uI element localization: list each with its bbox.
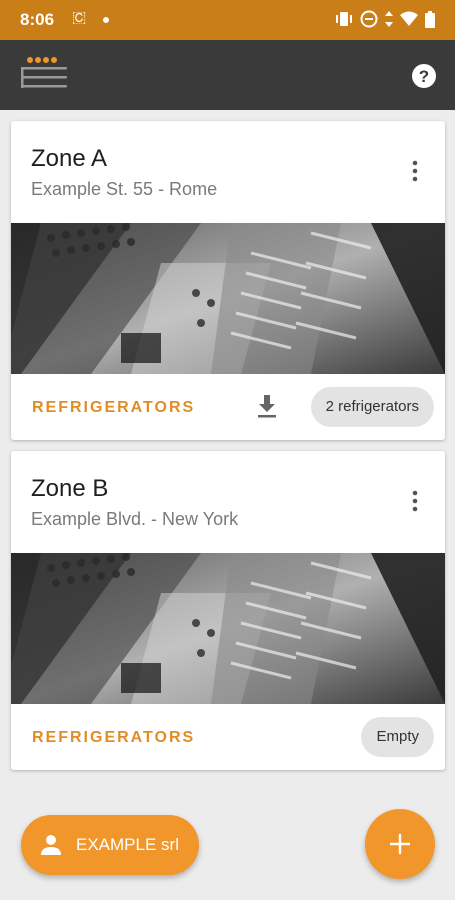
zone-photo	[11, 553, 445, 704]
help-icon[interactable]: ?	[411, 63, 437, 89]
dot-icon	[103, 17, 109, 23]
refrigerator-count-chip[interactable]: 2 refrigerators	[310, 387, 434, 427]
zone-title: Zone B	[31, 475, 109, 502]
refrigerators-link[interactable]: REFRIGERATORS	[32, 399, 195, 417]
data-icon	[385, 11, 393, 27]
svg-text:?: ?	[419, 67, 429, 86]
person-icon	[41, 835, 61, 855]
status-left-icons: 🇨	[72, 9, 86, 27]
add-zone-button[interactable]	[365, 809, 435, 879]
status-time: 8:06	[20, 10, 55, 29]
zone-card[interactable]: Zone B Example Blvd. - New York REFRIGER…	[11, 451, 445, 770]
status-right-icons	[335, 10, 435, 28]
do-not-disturb-c-icon: 🇨	[72, 9, 87, 26]
company-button-label: EXAMPLE srl	[76, 835, 179, 854]
status-bar: 8:06 🇨	[0, 0, 455, 40]
vibrate-icon	[336, 12, 352, 26]
do-not-disturb-icon	[360, 10, 378, 28]
more-vert-icon[interactable]	[407, 489, 423, 513]
zone-photo	[11, 223, 445, 374]
zone-address: Example Blvd. - New York	[31, 509, 239, 529]
zone-title: Zone A	[31, 145, 108, 172]
zone-card[interactable]: Zone A Example St. 55 - Rome REFRIGERATO…	[11, 121, 445, 440]
more-vert-icon[interactable]	[407, 159, 423, 183]
battery-icon	[425, 10, 435, 28]
menu-icon[interactable]	[20, 54, 68, 96]
download-icon[interactable]	[256, 393, 278, 419]
app-bar: ?	[0, 40, 455, 110]
zone-address: Example St. 55 - Rome	[31, 179, 218, 199]
refrigerator-count-chip[interactable]: Empty	[361, 717, 434, 757]
company-button[interactable]: EXAMPLE srl	[21, 815, 199, 875]
refrigerators-link[interactable]: REFRIGERATORS	[32, 729, 195, 747]
wifi-icon	[400, 11, 418, 26]
plus-icon	[390, 834, 410, 854]
